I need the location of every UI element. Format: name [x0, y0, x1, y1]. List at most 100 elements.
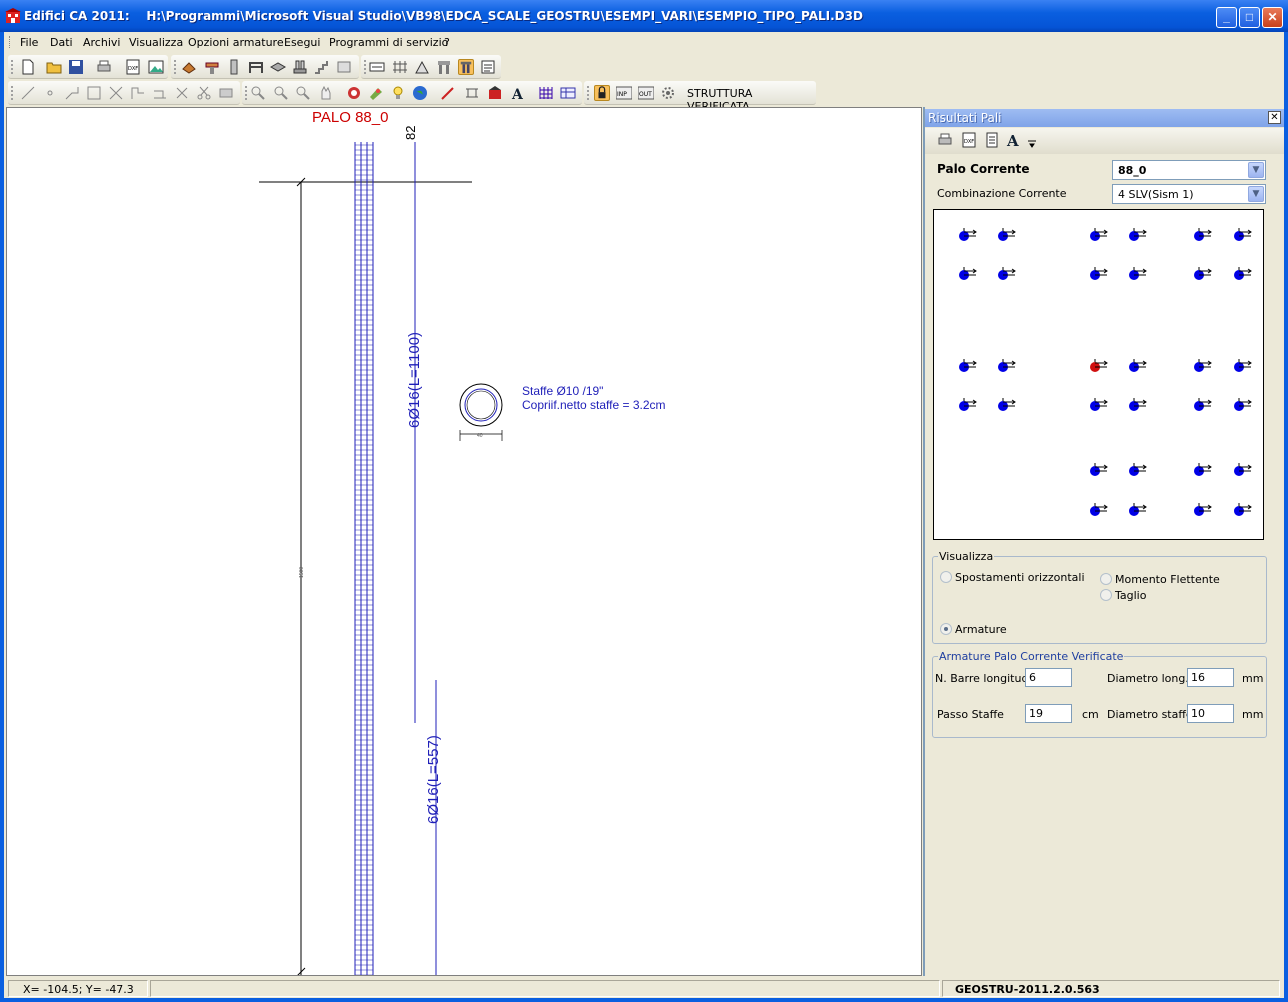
pile-marker[interactable] [1194, 267, 1212, 280]
font-icon[interactable]: A [1006, 132, 1022, 148]
grid-icon[interactable] [538, 85, 554, 101]
align-icon[interactable] [130, 85, 146, 101]
pile-marker[interactable] [1090, 463, 1108, 476]
pile-marker[interactable] [1129, 398, 1147, 411]
diam-long-input[interactable]: 16 [1187, 668, 1234, 687]
polyline-icon[interactable] [64, 85, 80, 101]
toolbar-overflow-icon[interactable] [1027, 138, 1037, 148]
pile-marker[interactable] [998, 398, 1016, 411]
table-icon[interactable] [560, 85, 576, 101]
line-icon[interactable] [20, 85, 36, 101]
pile-marker[interactable] [998, 228, 1016, 241]
reinforcement-icon[interactable] [392, 59, 408, 75]
toolbar-grip[interactable] [11, 86, 13, 100]
building-icon[interactable] [487, 85, 503, 101]
pile-plan-grid[interactable] [933, 209, 1264, 540]
pile-results-icon[interactable] [458, 59, 474, 75]
toolbar-grip[interactable] [364, 60, 366, 74]
cross-select-icon[interactable] [108, 85, 124, 101]
pile-marker[interactable] [1090, 398, 1108, 411]
zoom-all-icon[interactable] [295, 85, 311, 101]
trim-icon[interactable] [174, 85, 190, 101]
render-icon[interactable] [346, 85, 362, 101]
pile-marker[interactable] [1129, 463, 1147, 476]
pile-marker[interactable] [1194, 228, 1212, 241]
pile-marker[interactable] [959, 267, 977, 280]
stair-icon[interactable] [314, 59, 330, 75]
beam-icon[interactable] [204, 59, 220, 75]
slab-icon[interactable] [270, 59, 286, 75]
toolbar-grip[interactable] [174, 60, 176, 74]
momento-label[interactable]: Momento Flettente [1115, 573, 1220, 586]
input-icon[interactable]: INP [616, 85, 632, 101]
settings-icon[interactable] [660, 85, 676, 101]
menubar-grip[interactable] [9, 36, 12, 48]
output-icon[interactable]: OUT [638, 85, 654, 101]
menu-dati[interactable]: Dati [50, 36, 73, 49]
dxf-export-icon[interactable]: DXF [125, 59, 141, 75]
pile-marker[interactable] [1234, 359, 1252, 372]
pile-marker[interactable] [959, 359, 977, 372]
passo-input[interactable]: 19 [1025, 704, 1072, 723]
drawing-canvas[interactable]: PALO 88_0 82 6Ø16(L=1100) 6Ø16(L=557) 15… [6, 107, 922, 976]
zoom-out-icon[interactable] [273, 85, 289, 101]
momento-radio[interactable] [1100, 573, 1112, 585]
pile-marker[interactable] [1194, 359, 1212, 372]
close-button[interactable]: ✕ [1262, 7, 1283, 28]
chevron-down-icon[interactable]: ▼ [1248, 186, 1264, 202]
pile-marker[interactable] [1234, 463, 1252, 476]
frame-icon[interactable] [248, 59, 264, 75]
toolbar-grip[interactable] [245, 86, 247, 100]
pile-marker[interactable] [1234, 398, 1252, 411]
taglio-label[interactable]: Taglio [1115, 589, 1146, 602]
pile-marker-selected[interactable] [1090, 359, 1108, 372]
pile-marker[interactable] [1090, 267, 1108, 280]
spostamenti-radio[interactable] [940, 571, 952, 583]
light-icon[interactable] [390, 85, 406, 101]
pile-marker[interactable] [1129, 359, 1147, 372]
save-icon[interactable] [68, 59, 84, 75]
pile-marker[interactable] [1129, 267, 1147, 280]
hatch-icon[interactable] [464, 85, 480, 101]
maximize-button[interactable]: □ [1239, 7, 1260, 28]
pile-marker[interactable] [1234, 228, 1252, 241]
text-icon[interactable]: A [510, 85, 526, 101]
loads-icon[interactable] [369, 59, 385, 75]
pile-marker[interactable] [1090, 228, 1108, 241]
lock-icon[interactable] [594, 85, 610, 101]
point-icon[interactable] [42, 85, 58, 101]
menu-opzioni-armature[interactable]: Opzioni armature [188, 36, 284, 49]
pile-marker[interactable] [998, 267, 1016, 280]
print-icon[interactable] [96, 59, 112, 75]
taglio-radio[interactable] [1100, 589, 1112, 601]
document-icon[interactable] [984, 132, 1000, 148]
menu-programmi-servizio[interactable]: Programmi di servizio [329, 36, 448, 49]
toolbar-grip[interactable] [587, 86, 589, 100]
pile-marker[interactable] [1194, 503, 1212, 516]
wizard-icon[interactable] [181, 59, 197, 75]
pan-icon[interactable] [318, 85, 334, 101]
pile-marker[interactable] [1129, 503, 1147, 516]
menu-archivi[interactable]: Archivi [83, 36, 120, 49]
open-folder-icon[interactable] [46, 59, 62, 75]
pile-marker[interactable] [1090, 503, 1108, 516]
pile-marker[interactable] [1234, 267, 1252, 280]
pile-marker[interactable] [998, 359, 1016, 372]
zoom-in-icon[interactable] [250, 85, 266, 101]
panel-close-button[interactable]: ✕ [1268, 111, 1281, 124]
print-icon[interactable] [937, 132, 953, 148]
diam-staffe-input[interactable]: 10 [1187, 704, 1234, 723]
menu-visualizza[interactable]: Visualizza [129, 36, 183, 49]
combinazione-corrente-select[interactable]: 4 SLV(Sism 1) ▼ [1112, 184, 1266, 204]
erase-icon[interactable] [218, 85, 234, 101]
wall-icon[interactable] [336, 59, 352, 75]
cut-icon[interactable] [196, 85, 212, 101]
image-export-icon[interactable] [148, 59, 164, 75]
armature-label[interactable]: Armature [955, 623, 1007, 636]
pile-marker[interactable] [959, 398, 977, 411]
foundation-icon[interactable] [292, 59, 308, 75]
pile-group-icon[interactable] [436, 59, 452, 75]
report-icon[interactable] [480, 59, 496, 75]
menu-file[interactable]: File [20, 36, 38, 49]
chevron-down-icon[interactable]: ▼ [1248, 162, 1264, 178]
